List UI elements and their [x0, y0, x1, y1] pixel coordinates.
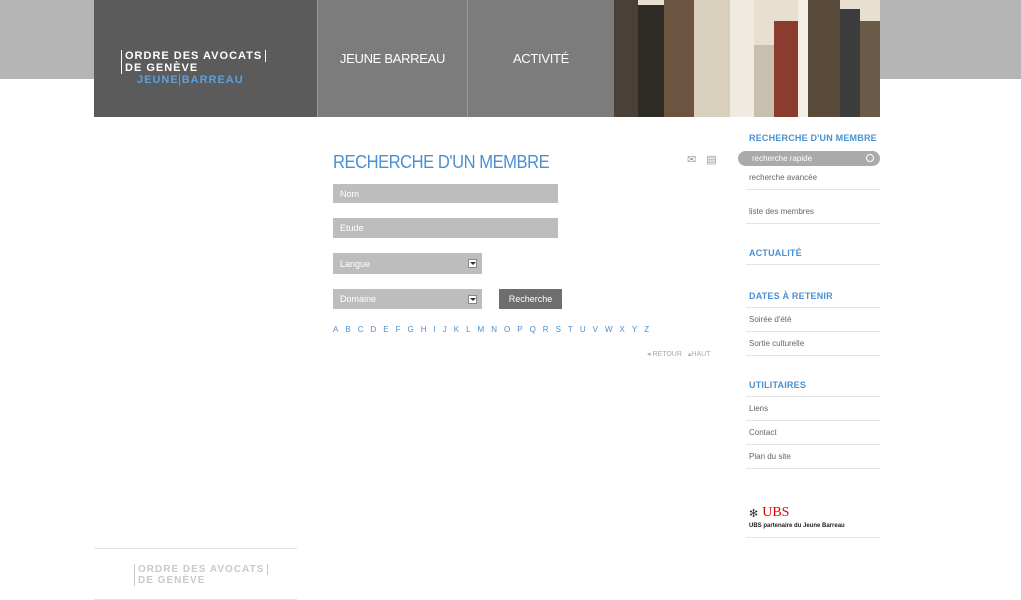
footer-logo-line2: DE GENÈVE	[134, 575, 205, 586]
letter-link-j[interactable]: J	[443, 325, 447, 334]
letter-link-v[interactable]: V	[593, 325, 598, 334]
sponsor-block[interactable]: ✻ UBS UBS partenaire du Jeune Barreau	[746, 505, 880, 538]
page-title: RECHERCHE D'UN MEMBRE	[333, 152, 550, 172]
letter-link-i[interactable]: I	[434, 325, 436, 334]
letter-link-s[interactable]: S	[556, 325, 561, 334]
sidebar-heading-recherche[interactable]: RECHERCHE D'UN MEMBRE	[746, 127, 880, 149]
keys-icon: ✻	[749, 507, 759, 520]
footer-logo-line1: ORDRE DES AVOCATS	[134, 564, 269, 575]
chevron-down-icon	[468, 259, 477, 268]
letter-link-c[interactable]: C	[358, 325, 364, 334]
quick-search-placeholder: recherche rapide	[752, 154, 813, 163]
letter-link-e[interactable]: E	[383, 325, 388, 334]
retour-link[interactable]: ◂ RETOUR	[647, 350, 682, 358]
sidebar-heading-utilitaires[interactable]: UTILITAIRES	[746, 374, 880, 397]
letter-link-w[interactable]: W	[605, 325, 613, 334]
back-links: ◂ RETOUR ▴HAUT	[647, 350, 710, 358]
sidebar-item-recherche-avancee[interactable]: recherche avancée	[746, 166, 880, 190]
letter-link-t[interactable]: T	[568, 325, 573, 334]
footer-logo-text: ORDRE DES AVOCATS DE GENÈVE	[134, 564, 269, 586]
footer-logo[interactable]: ORDRE DES AVOCATS DE GENÈVE	[94, 548, 297, 600]
letter-link-o[interactable]: O	[504, 325, 510, 334]
sidebar-item-soiree-ete[interactable]: Soirée d'été	[746, 308, 880, 332]
sidebar: RECHERCHE D'UN MEMBRE recherche rapide r…	[738, 127, 880, 538]
ubs-logo: ✻ UBS	[749, 505, 877, 521]
letter-link-z[interactable]: Z	[644, 325, 649, 334]
haut-label: HAUT	[691, 351, 711, 358]
sidebar-item-plan-du-site[interactable]: Plan du site	[746, 445, 880, 469]
search-button[interactable]: Recherche	[499, 289, 562, 309]
langue-select[interactable]: Langue	[333, 253, 482, 274]
page-tools: ✉ ▤	[687, 153, 717, 166]
sidebar-item-sortie-culturelle[interactable]: Sortie culturelle	[746, 332, 880, 356]
nav-activite[interactable]: ACTIVITÉ	[467, 0, 614, 117]
logo-barreau: BARREAU	[178, 74, 244, 86]
sidebar-heading-actualite[interactable]: ACTUALITÉ	[746, 242, 880, 265]
letter-link-l[interactable]: L	[466, 325, 470, 334]
letter-link-k[interactable]: K	[454, 325, 459, 334]
sidebar-item-liste-membres[interactable]: liste des membres	[746, 200, 880, 224]
print-icon[interactable]: ▤	[706, 153, 716, 166]
nav-jeune-barreau[interactable]: JEUNE BARREAU	[317, 0, 467, 117]
sidebar-item-liens[interactable]: Liens	[746, 397, 880, 421]
logo-text: ORDRE DES AVOCATS DE GENÈVEJEUNE BARREAU	[121, 50, 317, 86]
letter-link-y[interactable]: Y	[632, 325, 637, 334]
quick-search-input[interactable]: recherche rapide	[738, 151, 880, 166]
nom-field[interactable]: Nom	[333, 184, 558, 203]
letter-link-n[interactable]: N	[491, 325, 497, 334]
letter-link-g[interactable]: G	[407, 325, 413, 334]
haut-link[interactable]: ▴HAUT	[688, 350, 711, 358]
main-content: RECHERCHE D'UN MEMBRE ✉ ▤ Nom Etude Lang…	[333, 140, 723, 358]
etude-field[interactable]: Etude	[333, 218, 558, 238]
domaine-select[interactable]: Domaine	[333, 289, 482, 309]
search-icon[interactable]	[866, 154, 874, 162]
email-icon[interactable]: ✉	[687, 153, 696, 166]
retour-label: RETOUR	[652, 351, 682, 358]
letter-link-f[interactable]: F	[396, 325, 401, 334]
letter-link-b[interactable]: B	[345, 325, 350, 334]
letter-link-r[interactable]: R	[543, 325, 549, 334]
books-banner-image	[614, 0, 880, 117]
letter-link-a[interactable]: A	[333, 325, 338, 334]
site-logo[interactable]: ORDRE DES AVOCATS DE GENÈVEJEUNE BARREAU	[94, 0, 317, 117]
site-header: ORDRE DES AVOCATS DE GENÈVEJEUNE BARREAU …	[94, 0, 880, 117]
letter-link-q[interactable]: Q	[530, 325, 536, 334]
sponsor-caption: UBS partenaire du Jeune Barreau	[749, 523, 845, 529]
arrow-left-icon: ◂	[647, 351, 651, 358]
letter-link-x[interactable]: X	[620, 325, 625, 334]
letter-link-h[interactable]: H	[421, 325, 427, 334]
letter-link-d[interactable]: D	[370, 325, 376, 334]
logo-line2: DE GENÈVE	[121, 62, 201, 74]
sidebar-item-contact[interactable]: Contact	[746, 421, 880, 445]
letter-link-p[interactable]: P	[517, 325, 522, 334]
ubs-logo-text: UBS	[762, 505, 790, 520]
alphabet-index: A B C D E F G H I J K L M N O P Q R S T …	[333, 325, 649, 334]
letter-link-u[interactable]: U	[580, 325, 586, 334]
chevron-down-icon	[468, 295, 477, 304]
logo-jeune: JEUNE	[137, 74, 179, 86]
sidebar-heading-dates[interactable]: DATES À RETENIR	[746, 285, 880, 308]
letter-link-m[interactable]: M	[478, 325, 485, 334]
langue-select-value: Langue	[340, 258, 371, 269]
logo-line1: ORDRE DES AVOCATS	[121, 50, 267, 62]
domaine-select-value: Domaine	[340, 294, 377, 304]
